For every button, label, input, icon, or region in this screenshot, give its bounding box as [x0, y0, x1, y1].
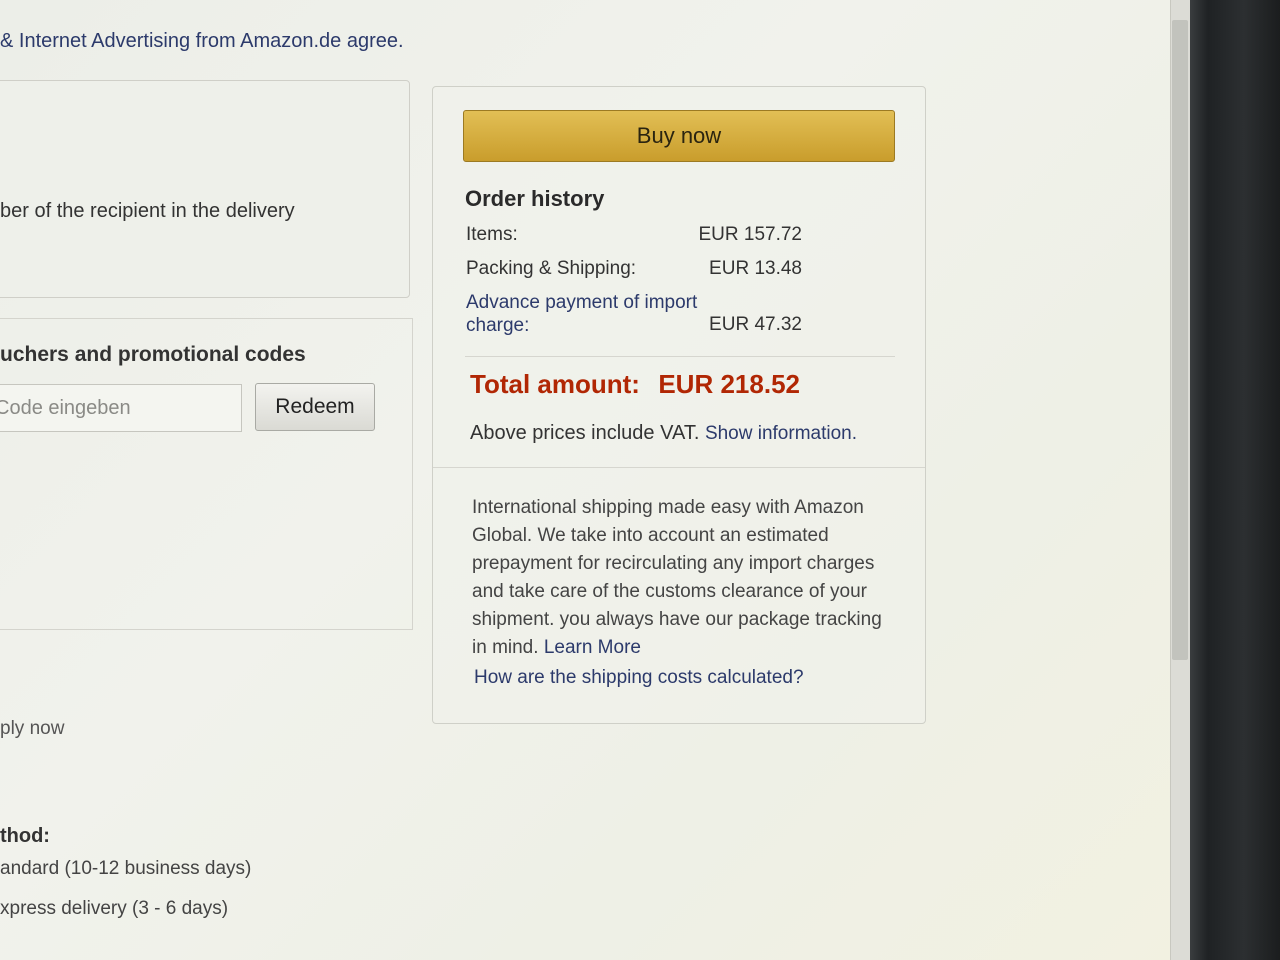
- import-charge-label[interactable]: Advance payment of import charge:: [466, 291, 726, 337]
- show-information-link[interactable]: Show information.: [705, 423, 857, 444]
- total-value: EUR 218.52: [658, 369, 800, 399]
- import-charge-value: EUR 47.32: [709, 314, 802, 335]
- recipient-note: ber of the recipient in the delivery: [0, 200, 295, 222]
- order-summary-title: Order history: [465, 186, 605, 211]
- amazon-global-info: International shipping made easy with Am…: [472, 494, 892, 662]
- redeem-button[interactable]: Redeem: [255, 383, 375, 431]
- total-label: Total amount:: [470, 369, 640, 399]
- voucher-title: uchers and promotional codes: [0, 343, 306, 366]
- shipping-option-express[interactable]: xpress delivery (3 - 6 days): [0, 898, 228, 920]
- total-divider: [465, 356, 895, 357]
- global-info-text: International shipping made easy with Am…: [472, 497, 882, 658]
- buy-now-button[interactable]: Buy now: [463, 110, 895, 162]
- vat-note: Above prices include VAT. Show informati…: [470, 422, 857, 445]
- shipping-label: Packing & Shipping:: [466, 258, 637, 279]
- screen: & Internet Advertising from Amazon.de ag…: [0, 0, 1190, 960]
- shipping-value: EUR 13.48: [709, 258, 802, 279]
- consent-text: & Internet Advertising from Amazon.de ag…: [0, 30, 404, 52]
- shipping-method-label: thod:: [0, 825, 50, 847]
- address-box: [0, 80, 410, 298]
- items-label: Items:: [466, 224, 518, 245]
- monitor-bezel: [1190, 0, 1280, 960]
- apply-now-link[interactable]: ply now: [0, 718, 64, 740]
- scrollbar-thumb[interactable]: [1172, 20, 1188, 660]
- vat-text: Above prices include VAT.: [470, 422, 700, 444]
- learn-more-link[interactable]: Learn More: [544, 637, 641, 658]
- promo-code-input[interactable]: [0, 384, 242, 432]
- summary-divider: [433, 467, 925, 468]
- items-value: EUR 157.72: [698, 224, 802, 245]
- shipping-costs-link[interactable]: How are the shipping costs calculated?: [474, 667, 804, 689]
- shipping-option-standard[interactable]: andard (10-12 business days): [0, 858, 251, 880]
